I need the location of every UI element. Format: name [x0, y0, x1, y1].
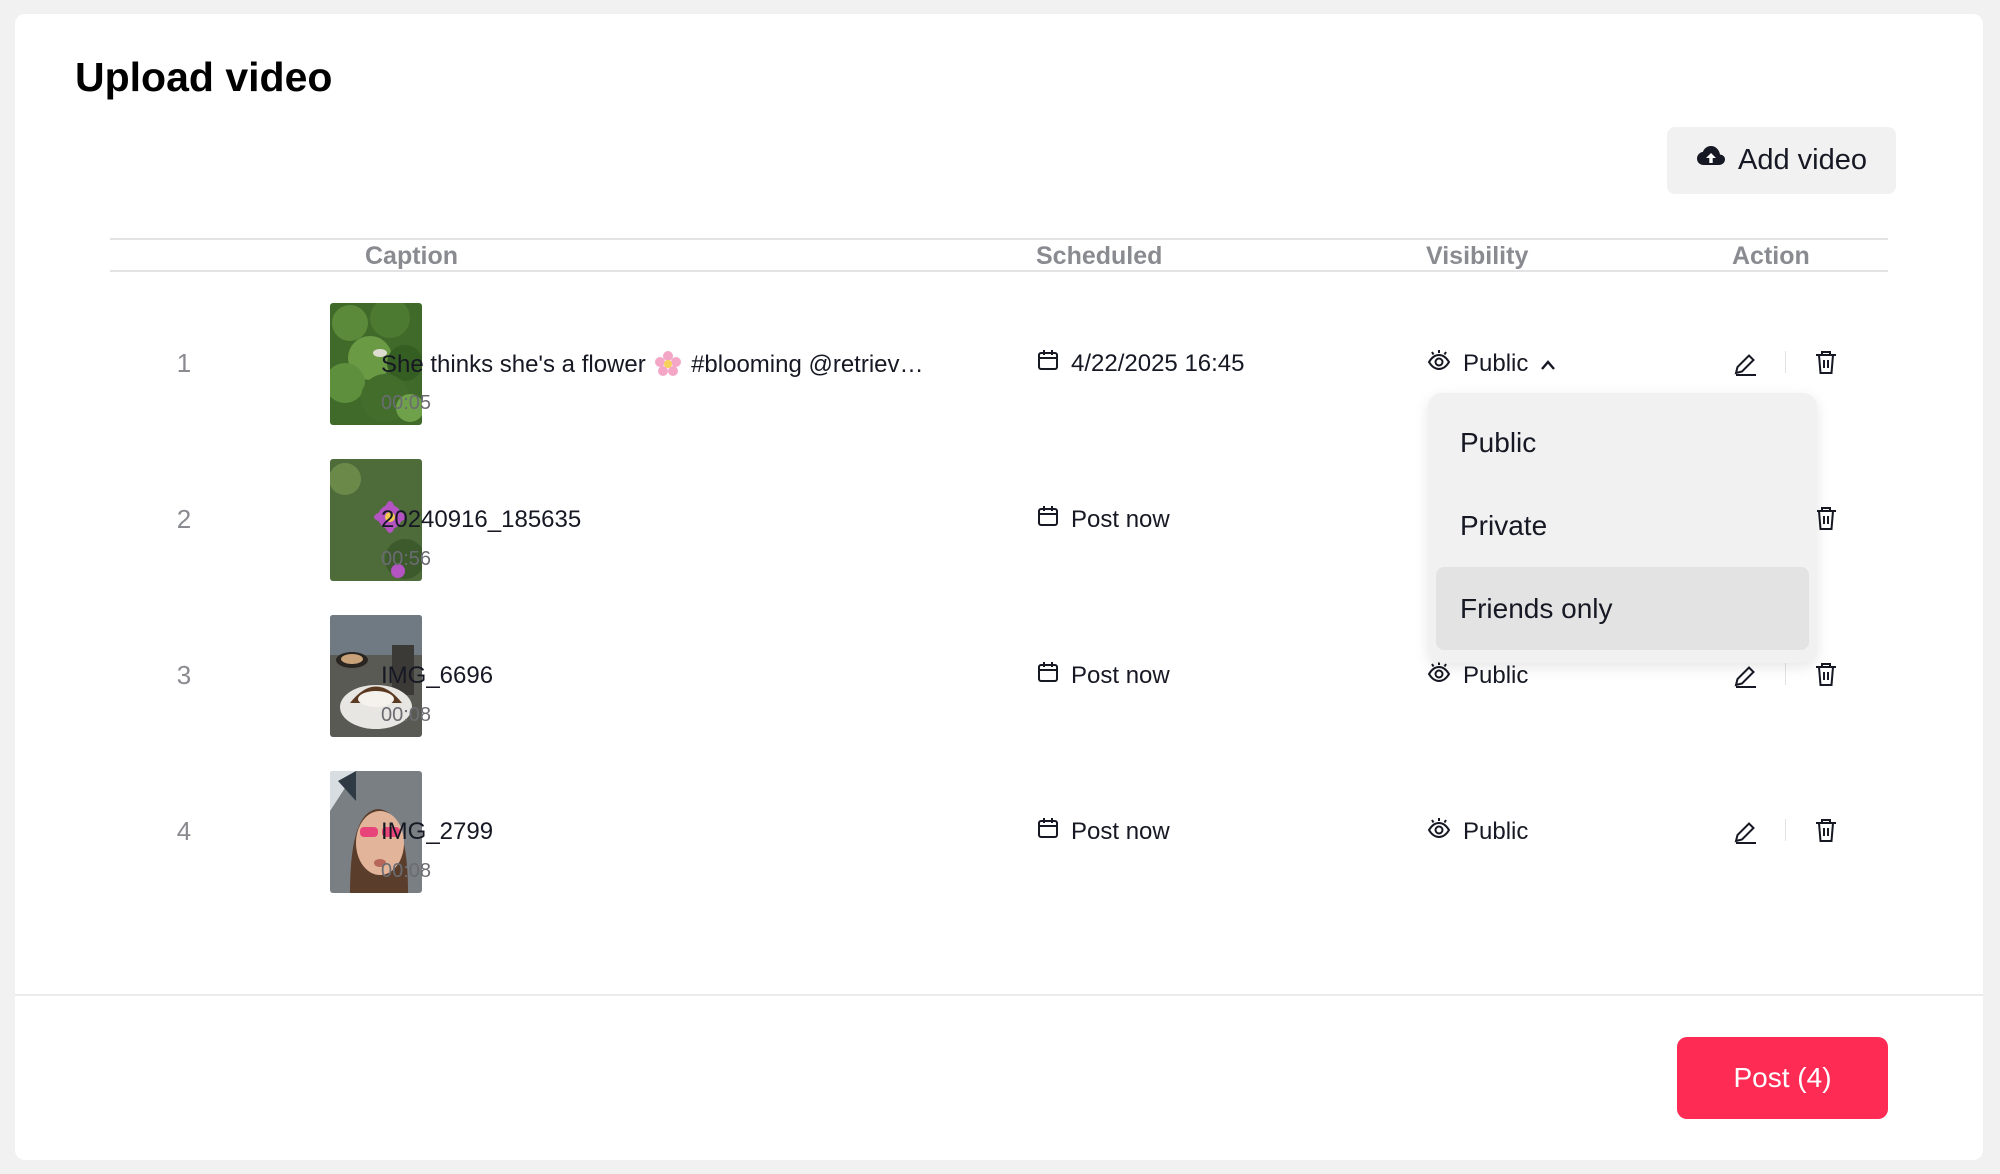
action-divider	[1785, 351, 1786, 373]
visibility-value: Public	[1463, 817, 1529, 845]
calendar-icon	[1037, 817, 1059, 846]
page-title: Upload video	[75, 54, 333, 100]
trash-icon[interactable]	[1814, 817, 1838, 843]
footer-divider	[15, 994, 1983, 996]
edit-icon[interactable]	[1732, 351, 1758, 377]
edit-icon[interactable]	[1732, 819, 1758, 845]
add-video-label: Add video	[1738, 144, 1867, 176]
upload-card: Upload video Add video Caption Scheduled…	[15, 14, 1983, 1160]
calendar-icon	[1037, 661, 1059, 690]
visibility-option-friends-only[interactable]: Friends only	[1436, 567, 1809, 650]
calendar-icon	[1037, 505, 1059, 534]
video-caption[interactable]: IMG_2799	[381, 818, 493, 846]
visibility-option-private[interactable]: Private	[1436, 484, 1809, 567]
video-table: Caption Scheduled Visibility Action 1 Sh…	[110, 238, 1888, 893]
column-header-visibility: Visibility	[1426, 242, 1529, 270]
visibility-select[interactable]: Public	[1427, 817, 1528, 846]
eye-icon	[1427, 349, 1451, 378]
table-row: 4 IMG_2799 00:08 Post now Public	[110, 771, 1888, 893]
video-duration: 00:05	[381, 392, 432, 414]
video-duration: 00:56	[381, 548, 432, 570]
schedule-picker[interactable]: Post now	[1037, 505, 1170, 534]
schedule-picker[interactable]: Post now	[1037, 817, 1170, 846]
edit-icon[interactable]	[1732, 663, 1758, 689]
row-index: 3	[176, 660, 192, 690]
caption-text-start: She thinks she's a flower	[381, 351, 646, 378]
video-duration: 00:08	[381, 860, 432, 882]
post-button[interactable]: Post (4)	[1677, 1037, 1888, 1119]
row-index: 1	[176, 348, 192, 378]
column-header-caption: Caption	[365, 242, 459, 270]
caption-text-end: #blooming @retriev…	[691, 351, 924, 378]
trash-icon[interactable]	[1814, 661, 1838, 687]
visibility-value: Public	[1463, 661, 1529, 689]
schedule-value: Post now	[1071, 817, 1170, 845]
chevron-up-icon	[1540, 350, 1556, 378]
schedule-value: 4/22/2025 16:45	[1071, 349, 1245, 377]
add-video-button[interactable]: Add video	[1667, 127, 1896, 194]
video-caption[interactable]: She thinks she's a flower #blooming @ret…	[381, 350, 924, 379]
flower-emoji-icon	[654, 350, 682, 378]
trash-icon[interactable]	[1814, 505, 1838, 531]
schedule-picker[interactable]: Post now	[1037, 661, 1170, 690]
table-header: Caption Scheduled Visibility Action	[110, 238, 1888, 272]
visibility-value: Public	[1463, 349, 1529, 377]
schedule-value: Post now	[1071, 505, 1170, 533]
video-caption[interactable]: IMG_6696	[381, 662, 493, 690]
trash-icon[interactable]	[1814, 349, 1838, 375]
video-caption[interactable]: 20240916_185635	[381, 506, 581, 534]
action-divider	[1785, 663, 1786, 685]
visibility-select[interactable]: Public	[1427, 661, 1528, 690]
cloud-upload-icon	[1696, 144, 1726, 178]
column-header-action: Action	[1732, 242, 1810, 270]
calendar-icon	[1037, 349, 1059, 378]
row-index: 2	[176, 504, 192, 534]
visibility-dropdown-menu: Public Private Friends only	[1428, 393, 1817, 663]
action-divider	[1785, 819, 1786, 841]
column-header-scheduled: Scheduled	[1036, 242, 1163, 270]
video-duration: 00:08	[381, 704, 432, 726]
visibility-select[interactable]: Public	[1427, 349, 1556, 378]
eye-icon	[1427, 661, 1451, 690]
visibility-option-public[interactable]: Public	[1436, 401, 1809, 484]
schedule-picker[interactable]: 4/22/2025 16:45	[1037, 349, 1245, 378]
row-index: 4	[176, 816, 192, 846]
eye-icon	[1427, 817, 1451, 846]
schedule-value: Post now	[1071, 661, 1170, 689]
